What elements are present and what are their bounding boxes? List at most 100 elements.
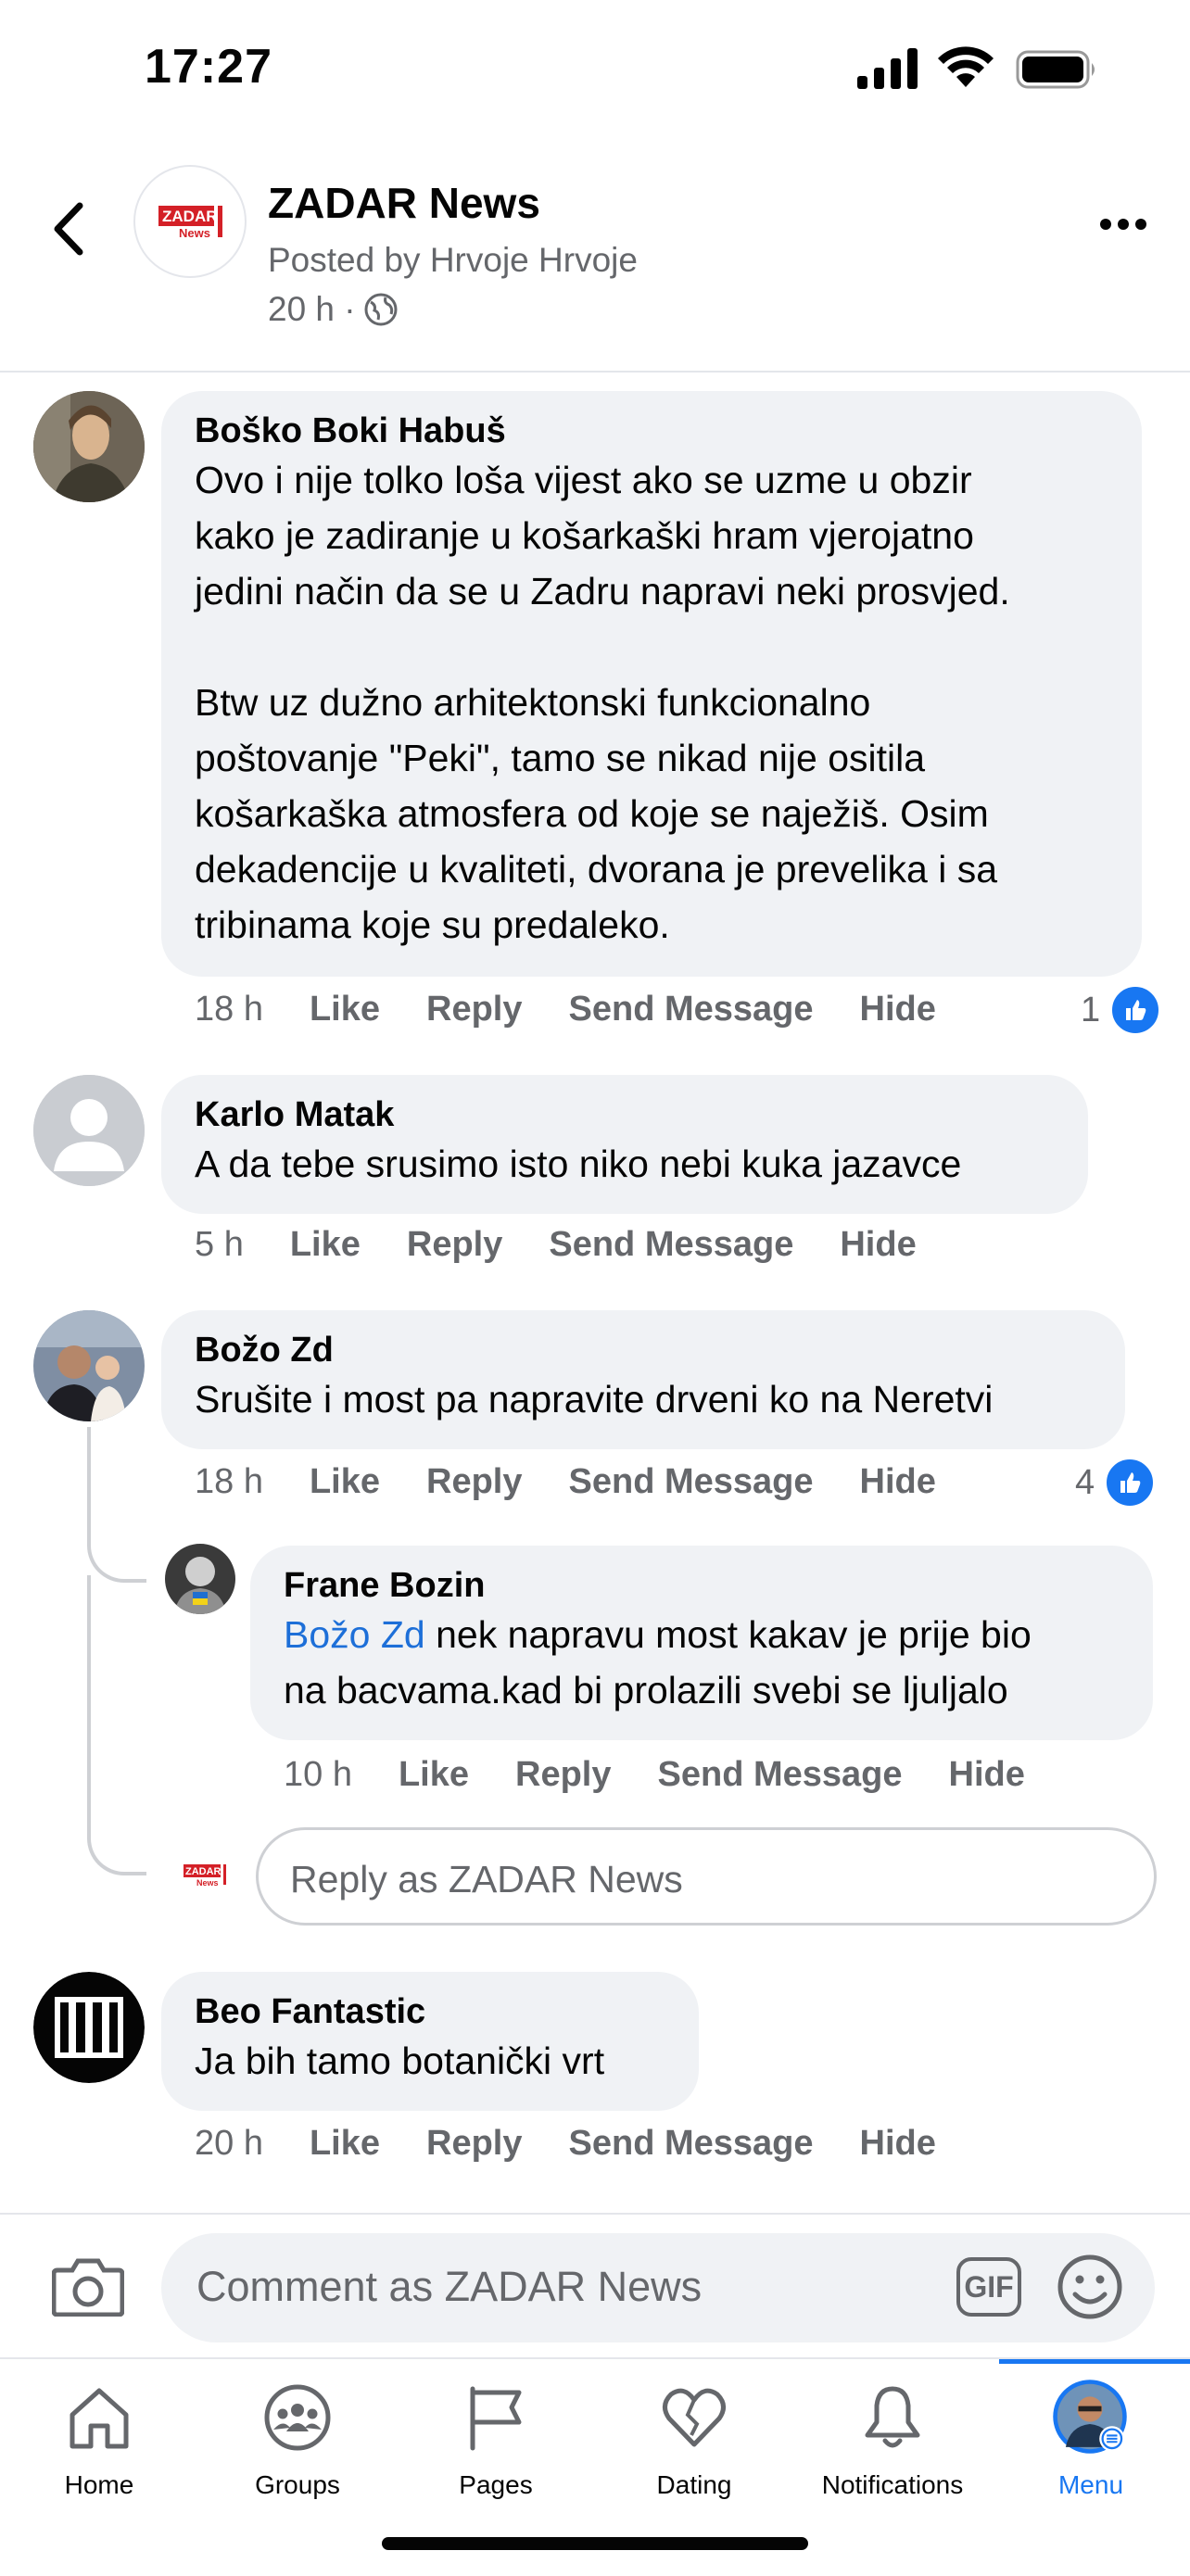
tab-label: Groups xyxy=(255,2470,340,2499)
back-icon[interactable] xyxy=(48,196,89,261)
hide-button[interactable]: Hide xyxy=(840,1225,916,1265)
avatar[interactable] xyxy=(33,1972,145,2083)
comment-actions: 10 h Like Reply Send Message Hide xyxy=(284,1755,1025,1795)
comment-time: 5 h xyxy=(195,1225,244,1264)
heart-icon xyxy=(663,2388,726,2447)
send-message-button[interactable]: Send Message xyxy=(569,990,814,1029)
reply-button[interactable]: Reply xyxy=(515,1755,611,1795)
reply-input[interactable]: Reply as ZADAR News xyxy=(256,1827,1157,1926)
comment-placeholder: Comment as ZADAR News xyxy=(196,2263,703,2310)
comment-text: Ovo i nije tolko loša vijest ako se uzme… xyxy=(195,459,1010,946)
comment-actions: 5 h Like Reply Send Message Hide xyxy=(195,1225,917,1265)
bell-icon xyxy=(865,2386,920,2448)
tab-label: Menu xyxy=(1057,2470,1124,2499)
comment-author[interactable]: Frane Bozin xyxy=(284,1564,1120,1607)
svg-text:News: News xyxy=(179,226,210,240)
flag-icon xyxy=(470,2386,522,2451)
reaction-count[interactable]: 1 xyxy=(1081,984,1162,1036)
tab-pages[interactable]: Pages xyxy=(397,2359,595,2507)
avatar[interactable] xyxy=(33,1075,145,1186)
post-header: ZADAR News ZADAR News Posted by Hrvoje H… xyxy=(0,139,1190,373)
gif-button[interactable]: GIF xyxy=(956,2257,1021,2317)
menu-avatar-icon xyxy=(1053,2380,1127,2454)
hide-button[interactable]: Hide xyxy=(860,990,936,1029)
avatar[interactable] xyxy=(33,391,145,502)
page-name[interactable]: ZADAR News xyxy=(268,178,540,228)
comment-author[interactable]: Beo Fantastic xyxy=(195,1990,665,2033)
comment-text: Ja bih tamo botanički vrt xyxy=(195,2039,605,2082)
comment-bubble[interactable]: Boško Boki Habuš Ovo i nije tolko loša v… xyxy=(161,391,1142,977)
reply-button[interactable]: Reply xyxy=(407,1225,502,1265)
tab-home[interactable]: Home xyxy=(0,2359,198,2507)
send-message-button[interactable]: Send Message xyxy=(569,2124,814,2164)
home-icon xyxy=(70,2388,129,2449)
comment-input[interactable]: Comment as ZADAR News GIF xyxy=(161,2233,1155,2342)
status-bar: 17:27 xyxy=(0,0,1190,139)
svg-text:ZADAR: ZADAR xyxy=(162,208,218,225)
comment-bubble[interactable]: Božo Zd Srušite i most pa napravite drve… xyxy=(161,1310,1125,1449)
camera-icon[interactable] xyxy=(52,2255,124,2317)
comment-actions: 20 h Like Reply Send Message Hide xyxy=(195,2124,936,2164)
comment-author[interactable]: Boško Boki Habuš xyxy=(195,410,1108,452)
tab-notifications[interactable]: Notifications xyxy=(793,2359,992,2507)
avatar[interactable] xyxy=(165,1544,235,1614)
groups-icon xyxy=(264,2384,331,2451)
tab-label: Pages xyxy=(459,2470,533,2499)
emoji-icon[interactable] xyxy=(1057,2254,1123,2320)
comment-text: Srušite i most pa napravite drveni ko na… xyxy=(195,1378,994,1421)
comment-author[interactable]: Karlo Matak xyxy=(195,1093,1055,1136)
comment-bubble[interactable]: Karlo Matak A da tebe srusimo isto niko … xyxy=(161,1075,1088,1214)
comment-actions: 18 h Like Reply Send Message Hide xyxy=(195,990,936,1029)
like-reaction-icon xyxy=(1104,1457,1157,1509)
tab-menu[interactable]: Menu xyxy=(992,2359,1190,2507)
tab-label: Home xyxy=(64,2470,134,2499)
signal-icon xyxy=(857,48,918,89)
profile-photo xyxy=(33,1310,145,1421)
like-button[interactable]: Like xyxy=(399,1755,469,1795)
comment-time: 10 h xyxy=(284,1755,352,1794)
reaction-number: 4 xyxy=(1075,1462,1095,1502)
tab-dating[interactable]: Dating xyxy=(595,2359,793,2507)
globe-icon xyxy=(364,293,398,326)
comment-time: 20 h xyxy=(195,2124,263,2163)
page-avatar[interactable]: ZADAR News xyxy=(133,165,247,278)
send-message-button[interactable]: Send Message xyxy=(549,1225,793,1265)
tab-label: Dating xyxy=(656,2470,732,2499)
like-button[interactable]: Like xyxy=(310,990,380,1029)
svg-text:ZADAR: ZADAR xyxy=(185,1866,222,1877)
reaction-count[interactable]: 4 xyxy=(1075,1457,1157,1509)
beo-fantastic-logo xyxy=(33,1972,145,2083)
profile-photo xyxy=(165,1544,235,1614)
like-button[interactable]: Like xyxy=(310,1462,380,1502)
comment-author[interactable]: Božo Zd xyxy=(195,1329,1092,1371)
comment-bubble[interactable]: Frane Bozin Božo Zd nek napravu most kak… xyxy=(250,1546,1153,1740)
battery-icon xyxy=(1016,50,1095,89)
avatar[interactable] xyxy=(33,1310,145,1421)
reply-button[interactable]: Reply xyxy=(426,2124,522,2164)
comment-bubble[interactable]: Beo Fantastic Ja bih tamo botanički vrt xyxy=(161,1972,699,2111)
reply-button[interactable]: Reply xyxy=(426,1462,522,1502)
wifi-icon xyxy=(938,46,994,87)
send-message-button[interactable]: Send Message xyxy=(658,1755,903,1795)
reply-button[interactable]: Reply xyxy=(426,990,522,1029)
posted-by: Posted by Hrvoje Hrvoje xyxy=(268,241,638,279)
status-time: 17:27 xyxy=(145,40,272,94)
post-time: 20 h · xyxy=(268,290,399,329)
comment-text: A da tebe srusimo isto niko nebi kuka ja… xyxy=(195,1143,962,1185)
thread-line xyxy=(87,1575,146,1875)
comment-composer: Comment as ZADAR News GIF xyxy=(0,2213,1190,2359)
svg-text:News: News xyxy=(196,1878,219,1888)
mention-link[interactable]: Božo Zd xyxy=(284,1613,425,1656)
zadar-news-logo: ZADAR News xyxy=(158,206,222,240)
hide-button[interactable]: Hide xyxy=(860,1462,936,1502)
hide-button[interactable]: Hide xyxy=(949,1755,1025,1795)
send-message-button[interactable]: Send Message xyxy=(569,1462,814,1502)
more-options-icon[interactable] xyxy=(1099,215,1147,234)
default-avatar-icon xyxy=(33,1075,145,1186)
comment-time: 18 h xyxy=(195,1462,263,1501)
like-button[interactable]: Like xyxy=(290,1225,361,1265)
tab-groups[interactable]: Groups xyxy=(198,2359,397,2507)
hide-button[interactable]: Hide xyxy=(860,2124,936,2164)
like-button[interactable]: Like xyxy=(310,2124,380,2164)
home-indicator xyxy=(382,2537,808,2550)
